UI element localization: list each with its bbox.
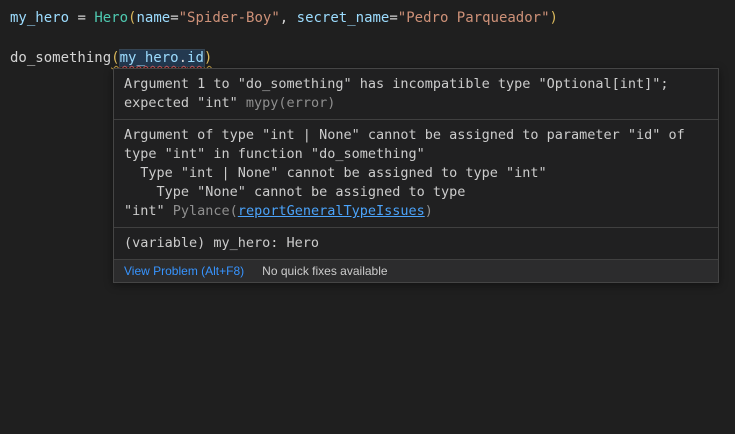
equals-token: = xyxy=(170,10,178,26)
highlighted-argument[interactable]: my_hero.id xyxy=(120,50,204,66)
function-token: do_something xyxy=(10,50,111,66)
string-token: "Spider-Boy" xyxy=(179,10,280,26)
mypy-error-source: mypy(error) xyxy=(246,95,335,111)
hover-status-bar: View Problem (Alt+F8) No quick fixes ava… xyxy=(114,260,718,282)
variable-token: my_hero xyxy=(120,50,179,66)
pylance-source-prefix: Pylance( xyxy=(173,203,238,219)
mypy-error-section: Argument 1 to "do_something" has incompa… xyxy=(114,69,718,120)
comma-token: , xyxy=(280,10,297,26)
hover-tooltip: Argument 1 to "do_something" has incompa… xyxy=(113,68,719,283)
dot-token: . xyxy=(179,50,187,66)
param-token: name xyxy=(136,10,170,26)
pylance-error-section: Argument of type "int | None" cannot be … xyxy=(114,120,718,228)
operator-token: = xyxy=(69,10,94,26)
string-token: "Pedro Parqueador" xyxy=(398,10,550,26)
mypy-error-message: Argument 1 to "do_something" has incompa… xyxy=(124,76,669,111)
variable-info-section: (variable) my_hero: Hero xyxy=(114,228,718,260)
no-quick-fixes-label: No quick fixes available xyxy=(262,264,387,278)
code-line-3[interactable]: do_something(my_hero.id) xyxy=(10,48,735,68)
code-line-2-blank[interactable] xyxy=(10,28,735,48)
variable-token: my_hero xyxy=(10,10,69,26)
pylance-rule-link[interactable]: reportGeneralTypeIssues xyxy=(238,203,425,219)
attribute-token: id xyxy=(187,50,204,66)
open-paren-token: ( xyxy=(111,50,119,66)
close-paren-token: ) xyxy=(204,50,212,66)
pylance-source-suffix: ) xyxy=(425,203,433,219)
equals-token: = xyxy=(389,10,397,26)
param-token: secret_name xyxy=(297,10,390,26)
code-line-1[interactable]: my_hero = Hero(name="Spider-Boy", secret… xyxy=(10,8,735,28)
close-paren-token: ) xyxy=(550,10,558,26)
variable-info-text: (variable) my_hero: Hero xyxy=(124,235,319,251)
view-problem-button[interactable]: View Problem (Alt+F8) xyxy=(124,264,244,278)
class-token: Hero xyxy=(94,10,128,26)
code-editor: my_hero = Hero(name="Spider-Boy", secret… xyxy=(0,0,735,68)
